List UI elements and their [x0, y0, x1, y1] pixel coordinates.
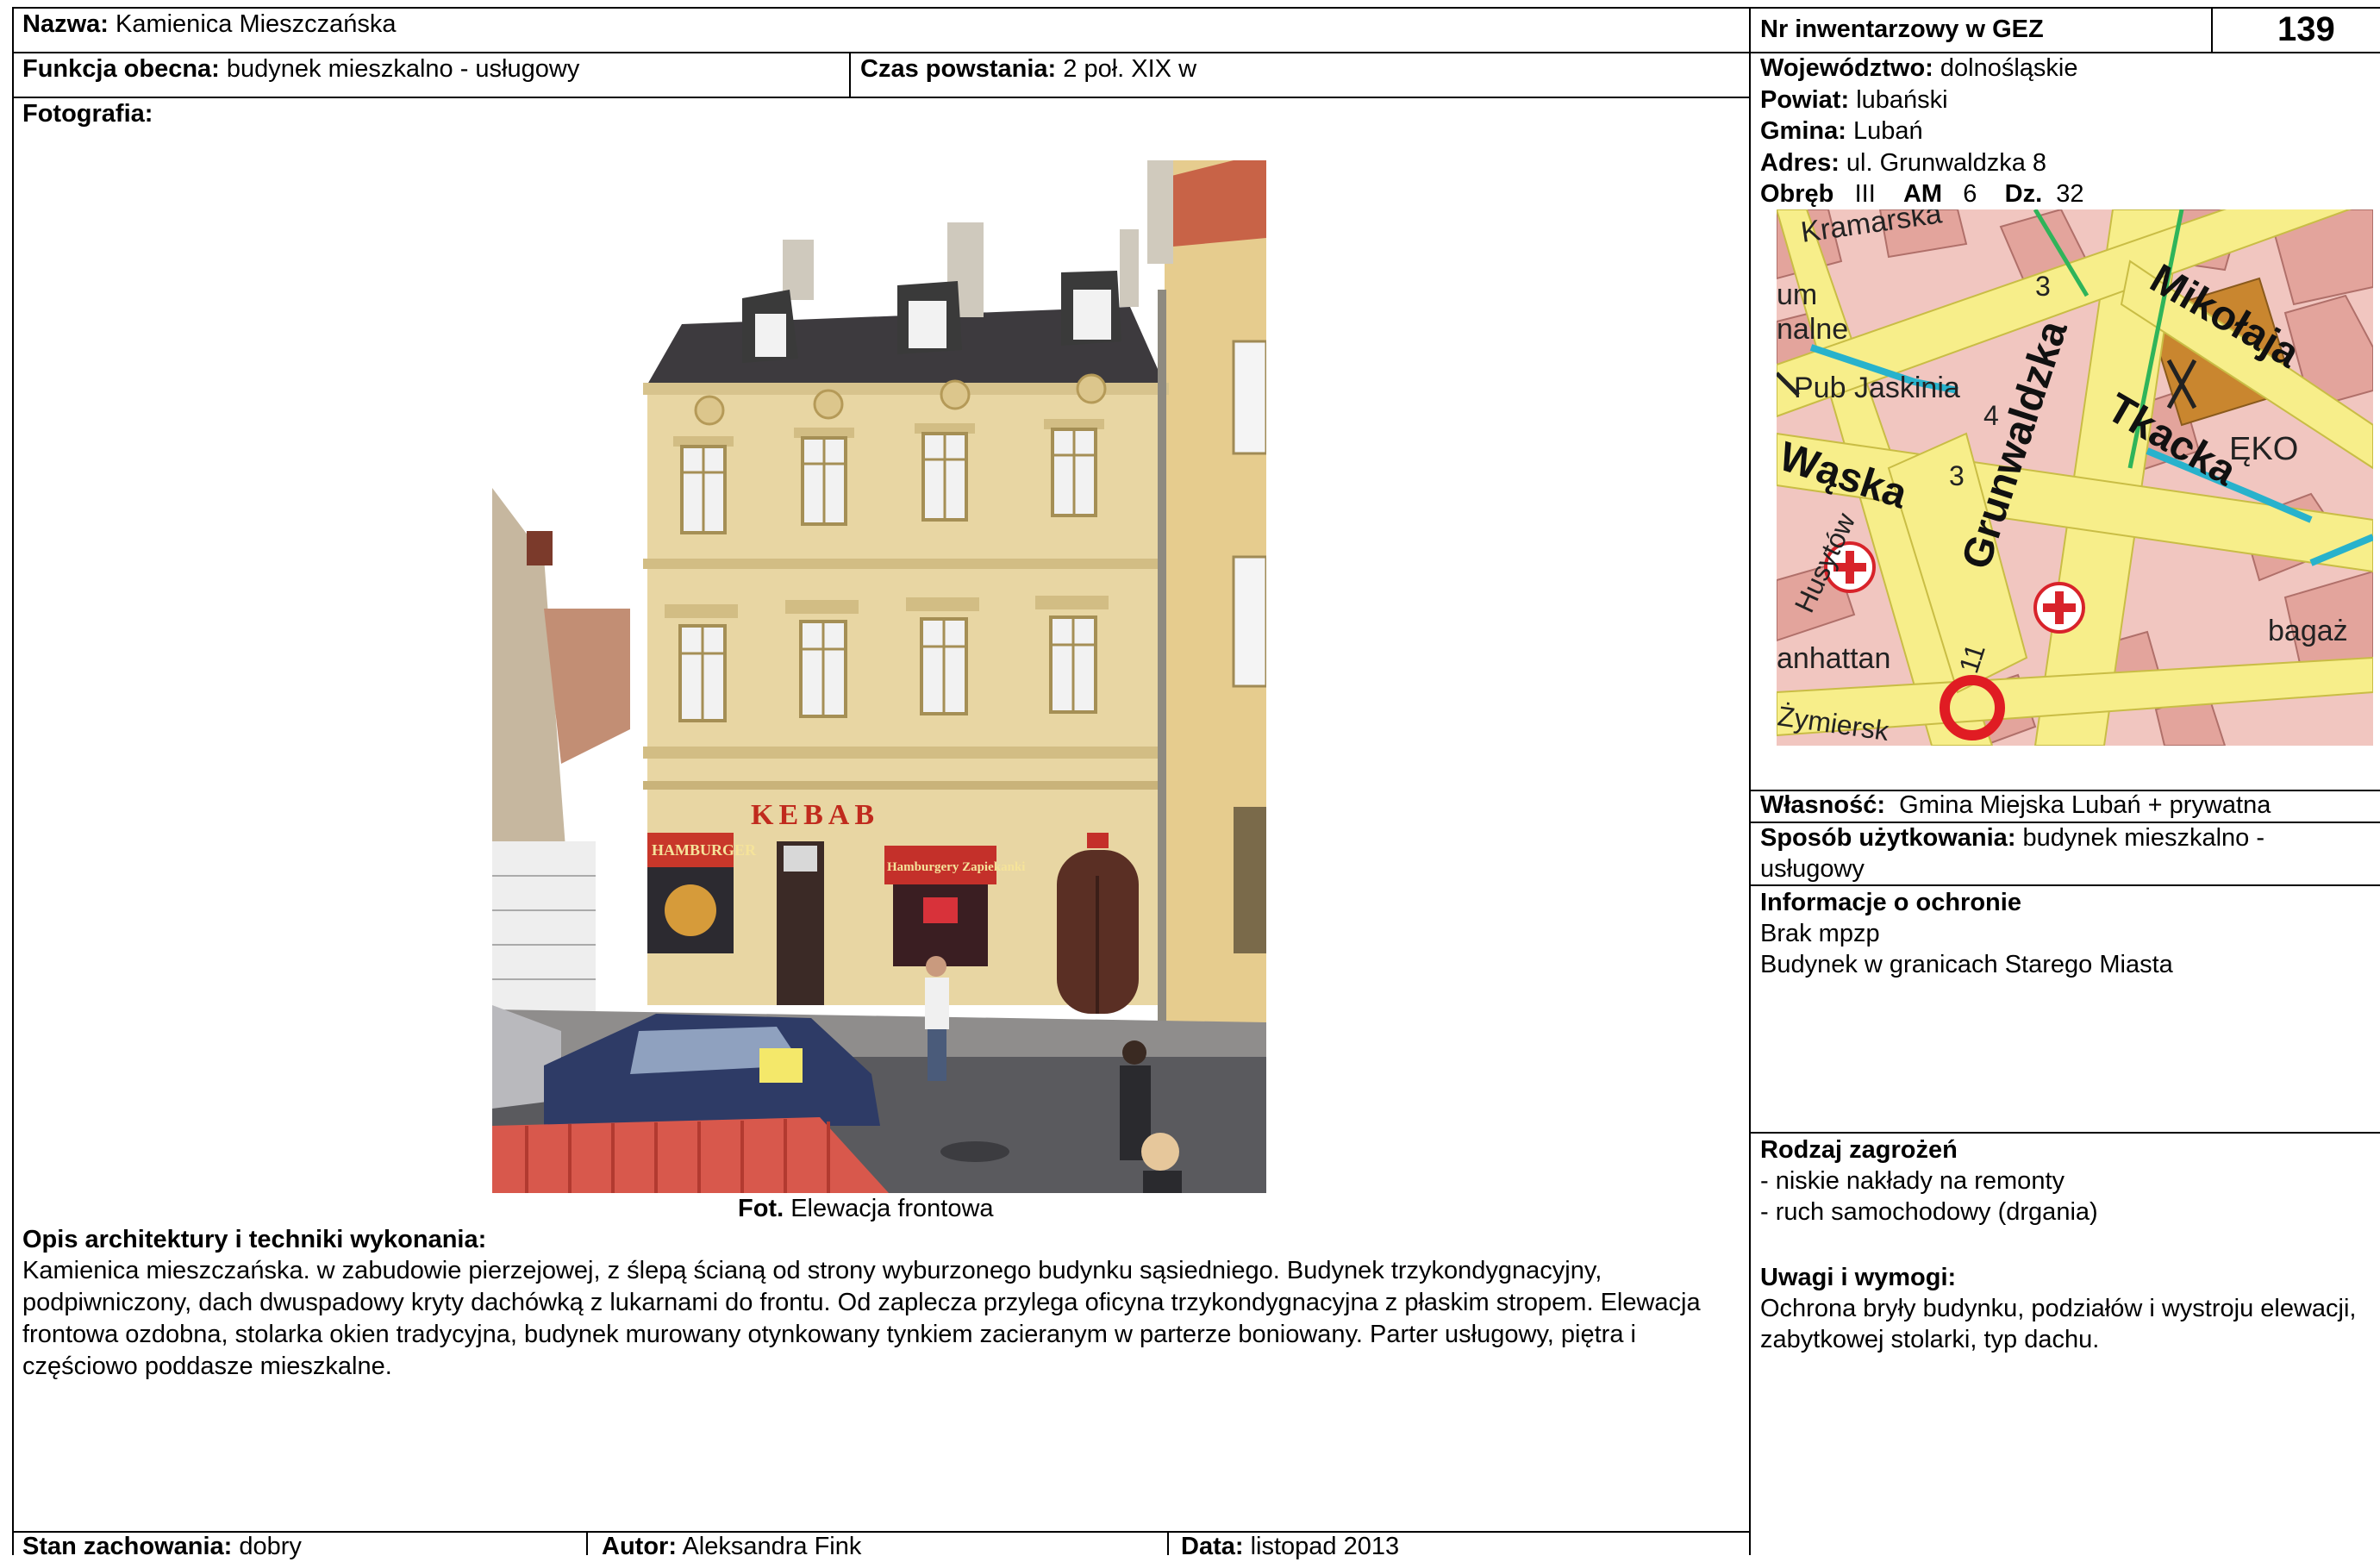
voivodeship-label: Województwo: [1760, 54, 1933, 82]
commune-field: Gmina: Lubań [1760, 116, 1923, 147]
protection-line-2: Budynek w granicach Starego Miasta [1760, 951, 2173, 978]
photo-caption: Fot. Elewacja frontowa [738, 1193, 994, 1224]
protection-rule [1749, 884, 2380, 886]
usage-label: Sposób użytkowania: [1760, 824, 2016, 852]
author-field: Autor: Aleksandra Fink [602, 1531, 861, 1562]
county-value: lubański [1856, 86, 1948, 114]
threats-rule [1749, 1132, 2380, 1134]
inventory-number: 139 [2277, 10, 2335, 48]
remarks-title: Uwagi i wymogi: [1760, 1264, 1957, 1291]
caption-value: Elewacja frontowa [790, 1195, 994, 1222]
dz-label: Dz. [2004, 180, 2043, 208]
map-label-bagaz: bagaż [2268, 615, 2348, 647]
threat-item-2: - ruch samochodowy (drgania) [1760, 1198, 2098, 1226]
county-label: Powiat: [1760, 86, 1850, 114]
threat-item-1: - niskie nakłady na remonty [1760, 1167, 2065, 1195]
map-label-um: um [1777, 278, 1817, 311]
date-value: listopad 2013 [1250, 1533, 1400, 1560]
center-rule [1749, 7, 1751, 1555]
voivodeship-field: Województwo: dolnośląskie [1760, 53, 2078, 84]
protection-line-1: Brak mpzp [1760, 920, 1880, 947]
map-label-nalne: nalne [1777, 313, 1848, 346]
time-field: Czas powstania: 2 poł. XIX w [860, 53, 1196, 84]
address-value: ul. Grunwaldzka 8 [1846, 149, 2047, 177]
map-label-num-3a: 3 [2035, 271, 2051, 302]
location-map: Kramarska um nalne Pub Jaskinia anhattan… [1777, 209, 2373, 746]
commune-label: Gmina: [1760, 117, 1846, 145]
author-label: Autor: [602, 1533, 677, 1560]
voivodeship-value: dolnośląskie [1940, 54, 2078, 82]
commune-value: Lubań [1852, 117, 1923, 145]
description-text: Kamienica mieszczańska. w zabudowie pier… [22, 1257, 1701, 1380]
protection-title: Informacje o ochronie [1760, 889, 2021, 916]
am-label: AM [1902, 180, 1943, 208]
state-field: Stan zachowania: dobry [22, 1531, 302, 1562]
map-label-pub: Pub Jaskinia [1794, 372, 1960, 404]
name-label: Nazwa: [22, 10, 109, 38]
am-value: 6 [1963, 180, 1977, 208]
ownership-label: Własność: [1760, 791, 1886, 819]
precinct-label: Obręb [1760, 180, 1834, 208]
kebab-sign: KEBAB [751, 799, 879, 831]
precinct-value: III [1854, 180, 1876, 208]
address-label: Adres: [1760, 149, 1840, 177]
map-label-anhattan: anhattan [1777, 642, 1890, 675]
description-title: Opis architektury i techniki wykonania: [22, 1226, 487, 1253]
hamburger-sign: HAMBURGER [652, 841, 757, 859]
state-label: Stan zachowania: [22, 1533, 233, 1560]
county-field: Powiat: lubański [1760, 84, 1948, 116]
ownership-field: Własność: Gmina Miejska Lubań + prywatna [1760, 790, 2271, 821]
parcel-field: Obręb III AM 6 Dz. 32 [1760, 178, 2084, 209]
threats-title: Rodzaj zagrożeń [1760, 1136, 1958, 1164]
function-field: Funkcja obecna: budynek mieszkalno - usł… [22, 53, 579, 84]
date-field: Data: listopad 2013 [1181, 1531, 1399, 1562]
address-field: Adres: ul. Grunwaldzka 8 [1760, 147, 2046, 178]
state-value: dobry [239, 1533, 302, 1560]
row-rule-2 [12, 97, 1749, 98]
map-label-num-4: 4 [1983, 400, 1999, 431]
dz-value: 32 [2056, 180, 2084, 208]
caption-label: Fot. [738, 1195, 784, 1222]
inventory-divider [2211, 7, 2213, 52]
photo-label: Fotografia: [22, 100, 153, 128]
footer-divider-2 [1167, 1531, 1169, 1555]
time-value: 2 poł. XIX w [1063, 55, 1197, 83]
time-label: Czas powstania: [860, 55, 1057, 83]
map-label-num-3b: 3 [1949, 460, 1965, 491]
function-divider [849, 52, 851, 97]
ownership-value: Gmina Miejska Lubań + prywatna [1899, 791, 2271, 819]
name-field: Nazwa: Kamienica Mieszczańska [22, 9, 397, 40]
building-photo: KEBAB HAMBURGER Hamburgery Zapiekanki [492, 160, 1266, 1193]
author-value: Aleksandra Fink [682, 1533, 862, 1560]
shop-sign: Hamburgery Zapiekanki [887, 860, 1025, 874]
date-label: Data: [1181, 1533, 1244, 1560]
inventory-label: Nr inwentarzowy w GEZ [1760, 16, 2044, 43]
footer-divider-1 [586, 1531, 588, 1555]
left-rule [12, 7, 14, 1555]
function-label: Funkcja obecna: [22, 55, 220, 83]
remarks-text: Ochrona bryły budynku, podziałów i wystr… [1760, 1295, 2357, 1353]
usage-field: Sposób użytkowania: budynek mieszkalno -… [1760, 822, 2364, 884]
function-value: budynek mieszkalno - usługowy [226, 55, 580, 83]
name-value: Kamienica Mieszczańska [115, 10, 397, 38]
